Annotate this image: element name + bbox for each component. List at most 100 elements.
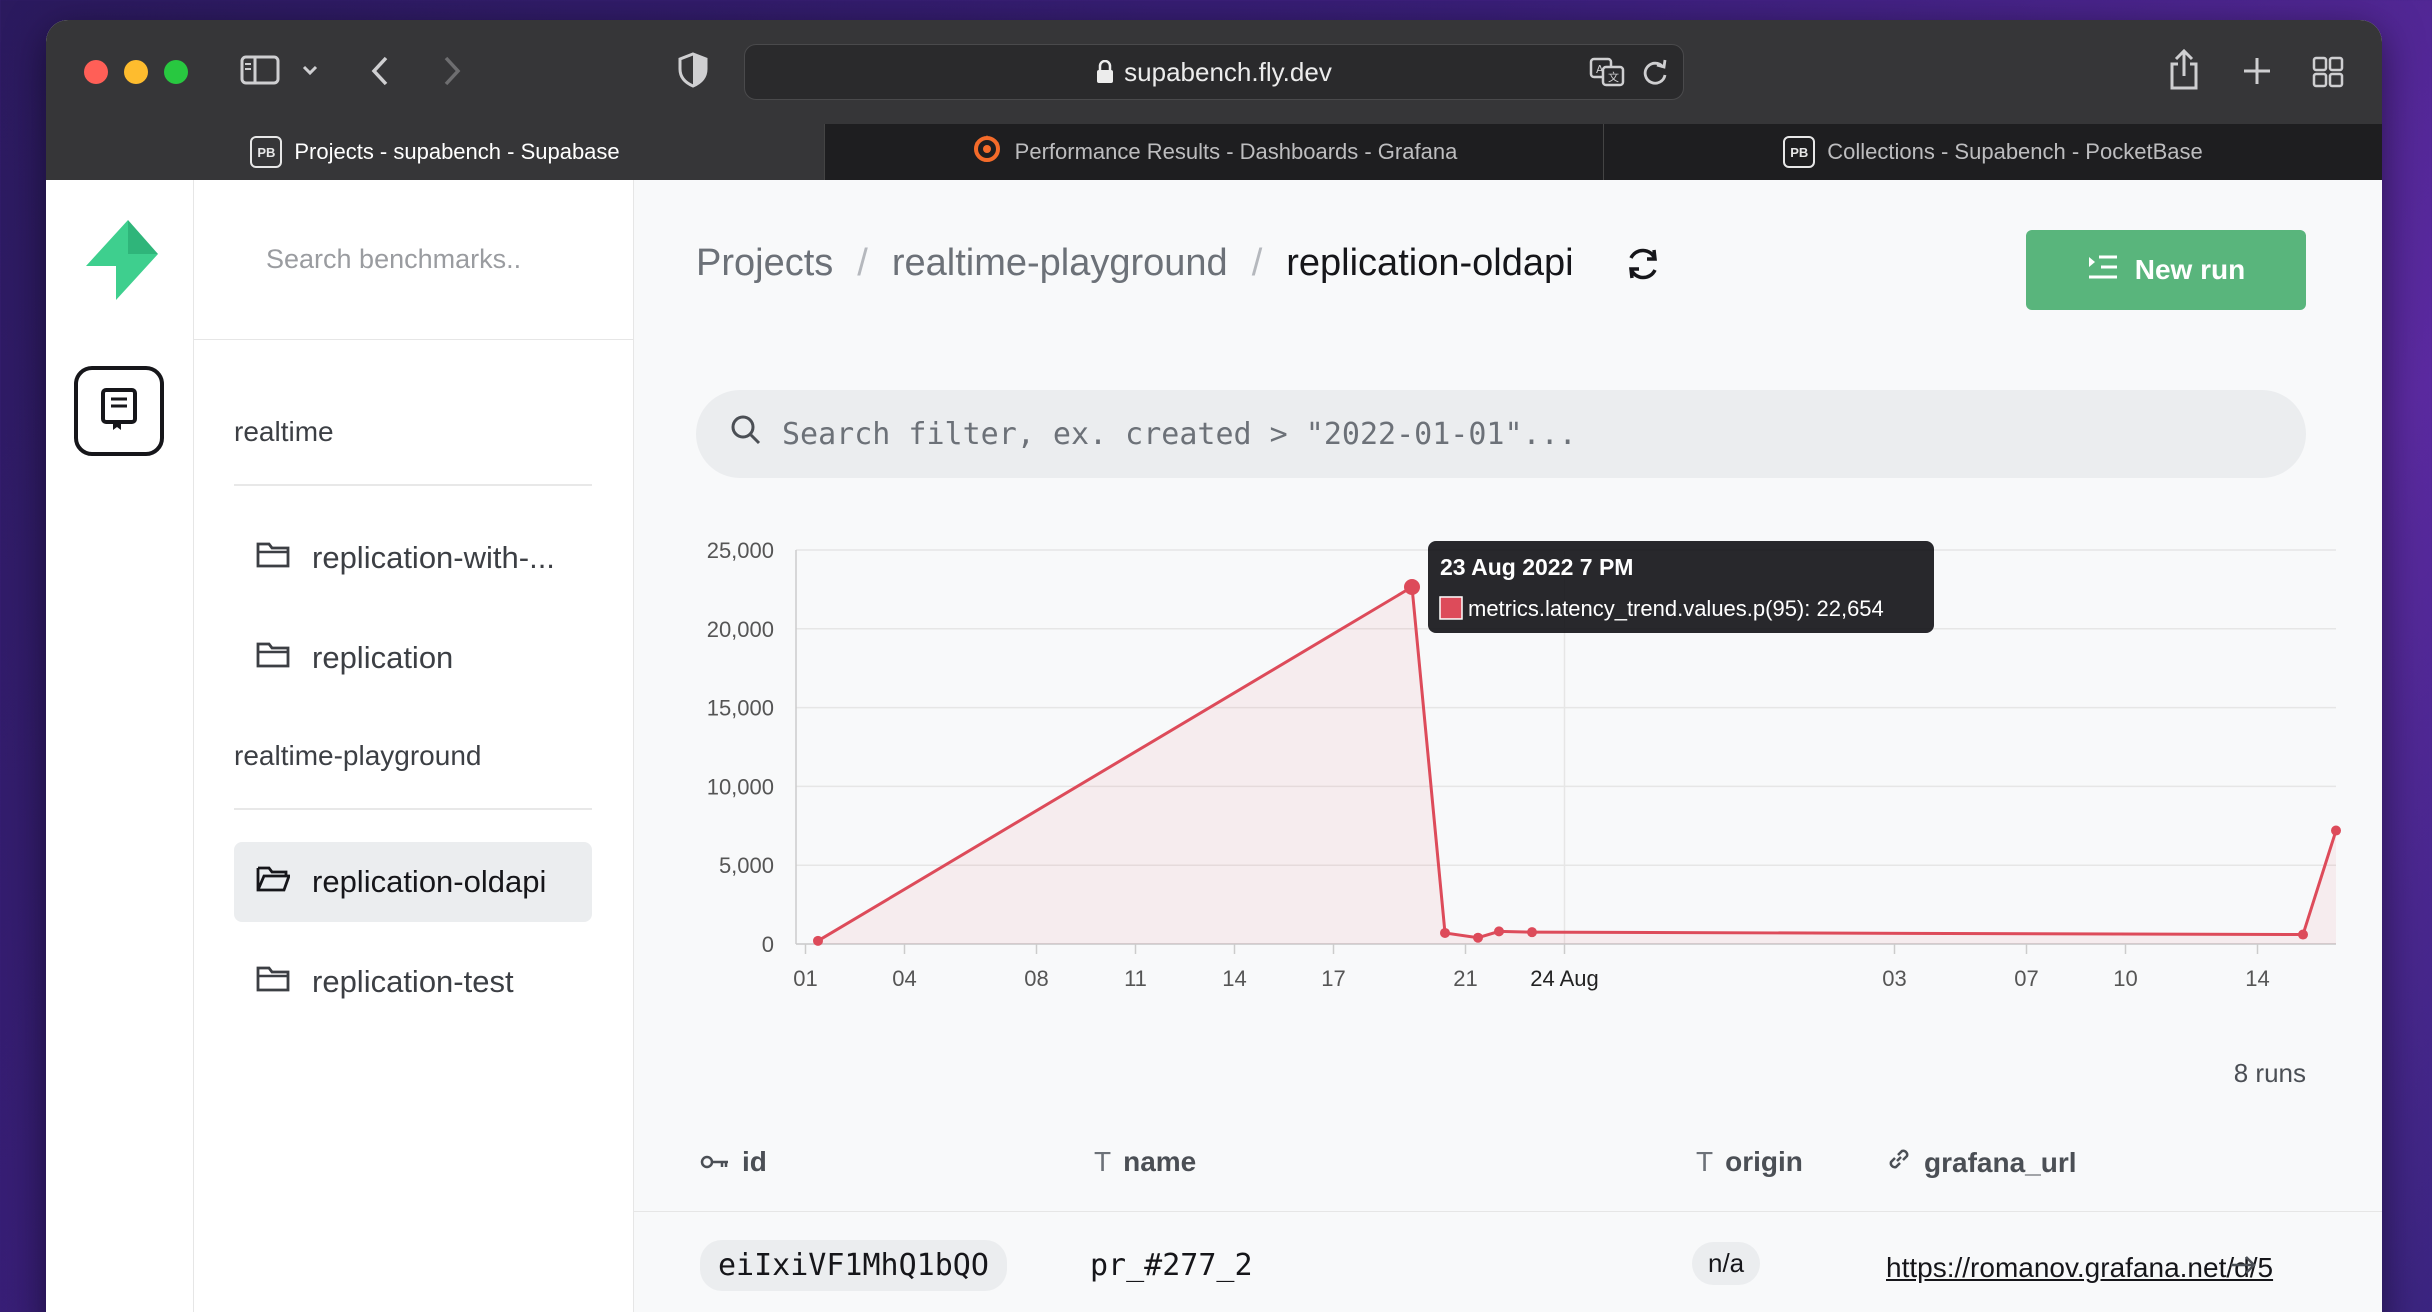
shield-icon[interactable]	[678, 52, 708, 88]
x-tick-label: 11	[1124, 966, 1147, 991]
new-run-button[interactable]: New run	[2026, 230, 2306, 310]
data-point	[2331, 825, 2341, 836]
sidebar-item-replication-test[interactable]: replication-test	[234, 942, 592, 1022]
key-icon	[700, 1146, 730, 1178]
tab-overview-icon[interactable]	[2312, 56, 2344, 88]
tab-label: Performance Results - Dashboards - Grafa…	[1014, 139, 1458, 164]
lock-icon	[1096, 60, 1114, 84]
sidebar-item-label: replication-test	[312, 964, 514, 999]
supabase-logo-icon[interactable]	[82, 218, 162, 307]
data-point	[1440, 927, 1450, 938]
x-tick-label: 04	[892, 966, 916, 991]
sidebar-item-label: replication	[312, 640, 454, 675]
series-area	[818, 586, 2336, 944]
chevron-down-icon[interactable]	[300, 60, 320, 80]
sidebar-item-label: replication-with-...	[312, 540, 555, 575]
sidebar: Search benchmarks.. realtime replication…	[194, 180, 634, 1312]
search-benchmarks-input[interactable]: Search benchmarks..	[194, 180, 633, 340]
table-header: id T name T origin grafana_url	[634, 1112, 2382, 1212]
zoom-window-button[interactable]	[164, 60, 188, 84]
text-type-icon: T	[1696, 1146, 1714, 1177]
new-run-label: New run	[2134, 254, 2246, 285]
folder-open-icon	[256, 864, 291, 900]
minimize-window-button[interactable]	[124, 60, 148, 84]
y-tick-label: 20,000	[707, 617, 774, 642]
tab-bar: PB Projects - supabench - Supabase Perfo…	[46, 124, 2382, 180]
icon-rail	[46, 180, 194, 1312]
translate-icon[interactable]: A文	[1589, 57, 1625, 94]
x-tick-label: 08	[1024, 966, 1048, 991]
tab-label: Projects - supabench - Supabase	[294, 139, 620, 164]
close-window-button[interactable]	[84, 60, 108, 84]
table-row[interactable]: eiIxiVF1MhQ1bQO pr_#277_2 n/a https://ro…	[634, 1212, 2382, 1312]
column-label: name	[1123, 1146, 1197, 1177]
column-label: origin	[1725, 1146, 1803, 1177]
column-label: id	[742, 1146, 767, 1177]
cell-id[interactable]: eiIxiVF1MhQ1bQO	[700, 1240, 1007, 1291]
x-tick-label: 17	[1321, 966, 1345, 991]
sidebar-item-replication-with[interactable]: replication-with-...	[234, 518, 592, 598]
divider	[234, 808, 592, 810]
group-label-realtime: realtime	[234, 416, 334, 447]
search-icon	[730, 414, 762, 454]
group-label-realtime-playground: realtime-playground	[234, 740, 482, 771]
data-point	[2298, 929, 2308, 940]
cell-grafana-url[interactable]: https://romanov.grafana.net/d/5	[1886, 1252, 2273, 1284]
back-icon[interactable]	[368, 54, 392, 88]
column-header-name[interactable]: T name	[1094, 1146, 1196, 1178]
search-filter-input[interactable]: Search filter, ex. created > "2022-01-01…	[696, 390, 2306, 478]
column-header-origin[interactable]: T origin	[1696, 1146, 1803, 1178]
tab-grafana[interactable]: Performance Results - Dashboards - Grafa…	[825, 124, 1604, 180]
breadcrumb-realtime-playground[interactable]: realtime-playground	[892, 242, 1228, 285]
tab-supabase[interactable]: PB Projects - supabench - Supabase	[46, 124, 825, 180]
data-point	[1473, 932, 1483, 943]
sidebar-item-replication-oldapi[interactable]: replication-oldapi	[234, 842, 592, 922]
folder-icon	[256, 964, 290, 1000]
data-point	[1527, 927, 1537, 938]
folder-icon	[256, 540, 290, 576]
data-point	[1404, 578, 1420, 595]
title-bar: supabench.fly.dev A文	[46, 20, 2382, 124]
sidebar-item-replication[interactable]: replication	[234, 618, 592, 698]
svg-text:文: 文	[1608, 70, 1619, 84]
address-bar[interactable]: supabench.fly.dev A文	[744, 44, 1684, 100]
forward-icon[interactable]	[440, 54, 464, 88]
benchmarks-nav-button[interactable]	[74, 366, 164, 456]
breadcrumb-current: replication-oldapi	[1286, 242, 1574, 284]
book-icon	[99, 387, 139, 436]
folder-icon	[256, 640, 290, 676]
refresh-icon[interactable]	[1624, 245, 1662, 283]
pocketbase-favicon-icon: PB	[1783, 136, 1816, 168]
new-tab-icon[interactable]	[2242, 56, 2272, 86]
svg-text:A: A	[1596, 63, 1604, 76]
x-tick-label: 07	[2014, 966, 2038, 991]
x-tick-label: 03	[1882, 966, 1906, 991]
column-header-id[interactable]: id	[700, 1146, 767, 1178]
column-header-grafana-url[interactable]: grafana_url	[1886, 1146, 2077, 1179]
cell-origin: n/a	[1692, 1242, 1761, 1285]
tooltip-label: metrics.latency_trend.values.p(95): 22,6…	[1468, 596, 1884, 621]
tab-label: Collections - Supabench - PocketBase	[1827, 139, 2203, 164]
breadcrumb-projects[interactable]: Projects	[696, 242, 833, 285]
browser-window: supabench.fly.dev A文 PB Projects - supab…	[46, 20, 2382, 1312]
breadcrumb: Projects / realtime-playground / replica…	[696, 242, 1662, 285]
data-point	[813, 935, 823, 946]
x-tick-label: 21	[1453, 966, 1477, 991]
latency-chart[interactable]: 0 5,000 10,000 15,000 20,000 25,000 01 04 08 11 14…	[696, 520, 2346, 1040]
data-point	[1494, 926, 1504, 937]
y-tick-label: 0	[762, 932, 774, 957]
x-tick-label: 24 Aug	[1530, 966, 1599, 991]
tooltip-title: 23 Aug 2022 7 PM	[1440, 554, 1633, 580]
app-body: Search benchmarks.. realtime replication…	[46, 180, 2382, 1312]
x-tick-label: 01	[793, 966, 817, 991]
link-icon	[1886, 1146, 1912, 1179]
share-icon[interactable]	[2166, 48, 2202, 92]
runs-count: 8 runs	[2233, 1058, 2306, 1088]
url-text: supabench.fly.dev	[1124, 56, 1332, 87]
reload-icon[interactable]	[1641, 57, 1669, 94]
tab-pocketbase[interactable]: PB Collections - Supabench - PocketBase	[1604, 124, 2382, 180]
grafana-favicon-icon	[971, 133, 1003, 171]
text-type-icon: T	[1094, 1146, 1112, 1177]
sidebar-toggle-icon[interactable]	[240, 54, 280, 86]
arrow-right-icon[interactable]	[2228, 1250, 2258, 1288]
